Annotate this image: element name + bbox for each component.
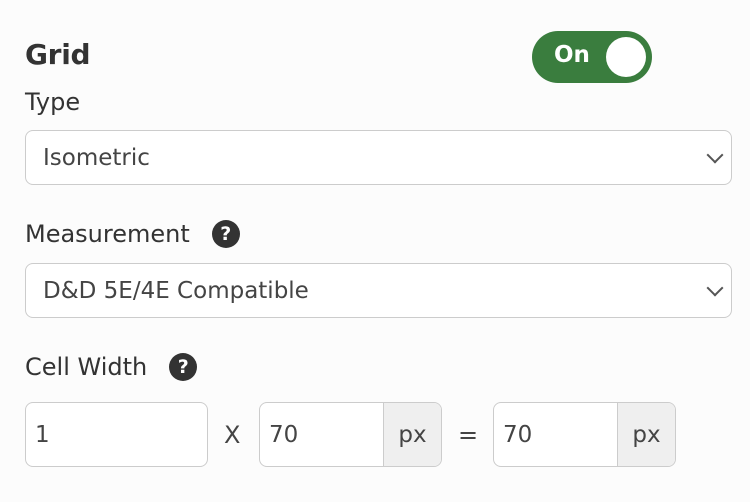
measurement-select-value: D&D 5E/4E Compatible bbox=[43, 277, 309, 304]
cell-pixels-input[interactable]: 70 px bbox=[259, 402, 442, 467]
help-icon[interactable]: ? bbox=[169, 353, 198, 381]
chevron-down-icon bbox=[706, 279, 724, 296]
cell-multiplier-value: 1 bbox=[35, 421, 50, 448]
grid-toggle-label: On bbox=[554, 42, 590, 68]
px-unit-addon: px bbox=[383, 403, 441, 466]
type-select-value: Isometric bbox=[43, 144, 150, 171]
cell-width-label: Cell Width ? bbox=[25, 353, 198, 381]
px-unit-addon: px bbox=[617, 403, 675, 466]
measurement-label: Measurement ? bbox=[25, 220, 240, 248]
cell-result-value: 70 bbox=[503, 421, 533, 448]
chevron-down-icon bbox=[706, 146, 724, 163]
type-label: Type bbox=[25, 88, 80, 116]
measurement-label-text: Measurement bbox=[25, 220, 190, 248]
times-symbol: X bbox=[224, 421, 241, 449]
cell-pixels-value: 70 bbox=[269, 421, 299, 448]
cell-multiplier-input[interactable]: 1 bbox=[25, 402, 208, 467]
grid-toggle[interactable]: On bbox=[532, 31, 652, 83]
grid-settings-panel: Grid On Type Isometric Measurement ? D&D… bbox=[0, 0, 750, 502]
cell-width-label-text: Cell Width bbox=[25, 353, 148, 381]
grid-title: Grid bbox=[25, 38, 91, 71]
type-select[interactable]: Isometric bbox=[25, 130, 732, 185]
equals-symbol: = bbox=[458, 421, 479, 449]
toggle-knob bbox=[606, 37, 646, 77]
cell-result-input[interactable]: 70 px bbox=[493, 402, 676, 467]
measurement-select[interactable]: D&D 5E/4E Compatible bbox=[25, 263, 732, 318]
help-icon[interactable]: ? bbox=[211, 220, 240, 248]
type-label-text: Type bbox=[25, 88, 81, 116]
